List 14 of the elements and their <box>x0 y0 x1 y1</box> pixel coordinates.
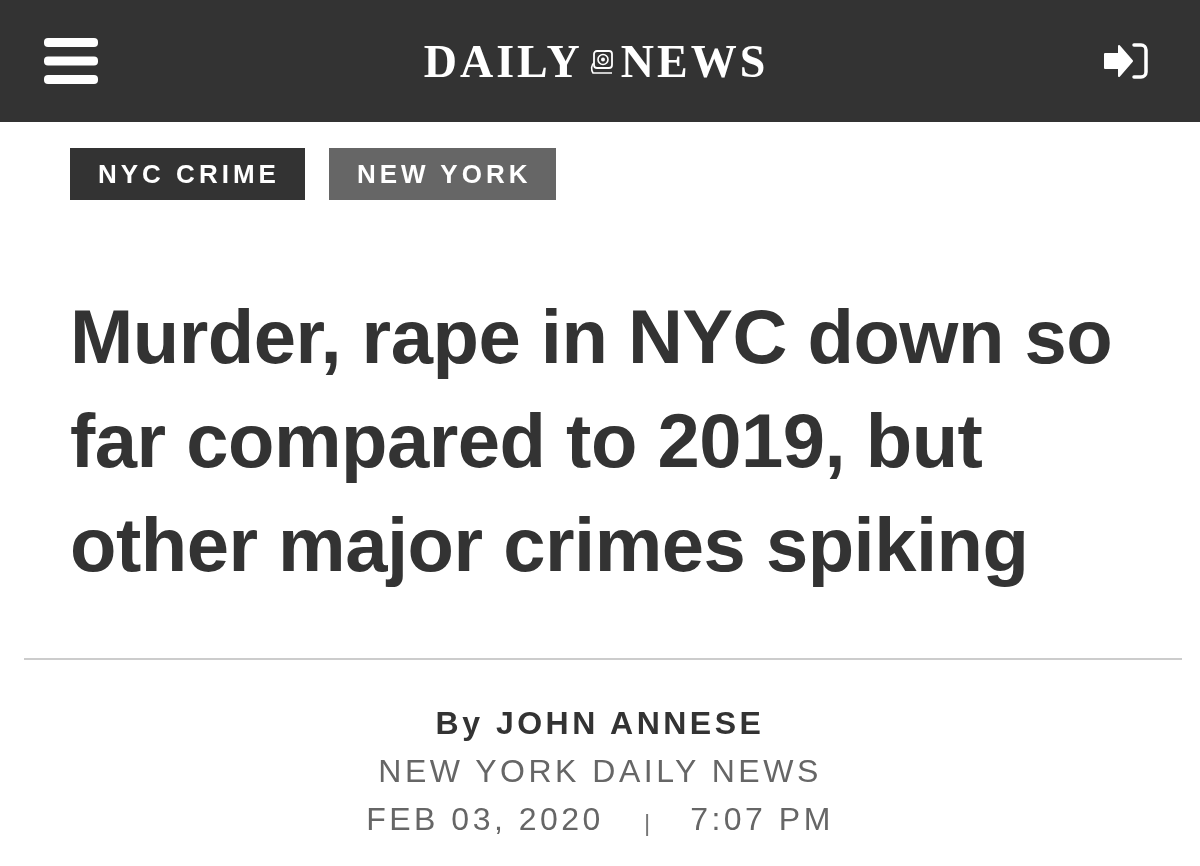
headline: Murder, rape in NYC down so far compared to 2019, but other major crimes spiking <box>69 293 1114 589</box>
menu-icon <box>44 38 98 84</box>
publish-time: 7:07 PM <box>690 800 834 839</box>
category-tag[interactable]: NEW YORK <box>328 148 557 200</box>
category-tag[interactable]: NYC CRIME <box>70 148 305 200</box>
camera-icon <box>589 49 614 75</box>
author-byline: By JOHN ANNESE <box>435 704 765 743</box>
date-separator: | <box>643 808 651 838</box>
menu-button[interactable] <box>44 38 98 84</box>
publication-name: NEW YORK DAILY NEWS <box>378 752 822 791</box>
login-button[interactable] <box>1104 43 1148 79</box>
logo-link[interactable]: DAILY NEWS <box>423 39 769 85</box>
login-icon <box>1104 43 1148 79</box>
publish-date: FEB 03, 2020 <box>366 800 604 839</box>
